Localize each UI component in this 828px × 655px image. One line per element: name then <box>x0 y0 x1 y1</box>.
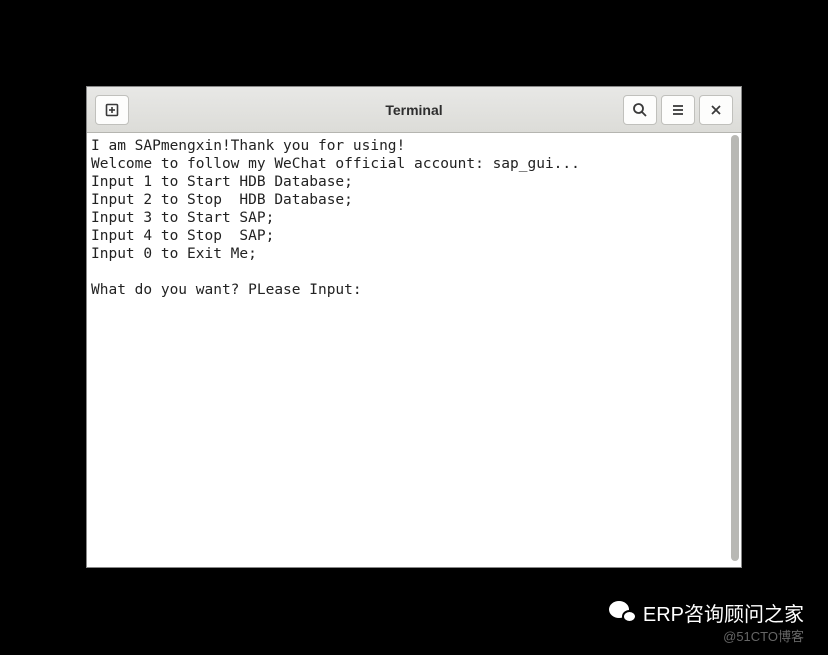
hamburger-icon <box>670 102 686 118</box>
search-icon <box>632 102 648 118</box>
terminal-content[interactable]: I am SAPmengxin!Thank you for using! Wel… <box>87 133 729 567</box>
titlebar-left <box>93 95 131 125</box>
watermark-primary: ERP咨询顾问之家 <box>609 598 804 627</box>
watermark-secondary: @51CTO博客 <box>723 626 804 645</box>
titlebar: Terminal <box>87 87 741 133</box>
watermark-text-1: ERP咨询顾问之家 <box>643 598 804 627</box>
search-button[interactable] <box>623 95 657 125</box>
menu-button[interactable] <box>661 95 695 125</box>
close-button[interactable] <box>699 95 733 125</box>
terminal-window: Terminal <box>86 86 742 568</box>
close-icon <box>708 102 724 118</box>
scrollbar-thumb[interactable] <box>731 135 739 561</box>
scrollbar-track[interactable] <box>729 133 741 567</box>
terminal-body: I am SAPmengxin!Thank you for using! Wel… <box>87 133 741 567</box>
wechat-icon <box>609 601 637 625</box>
new-tab-button[interactable] <box>95 95 129 125</box>
new-tab-icon <box>104 102 120 118</box>
titlebar-right <box>621 95 735 125</box>
